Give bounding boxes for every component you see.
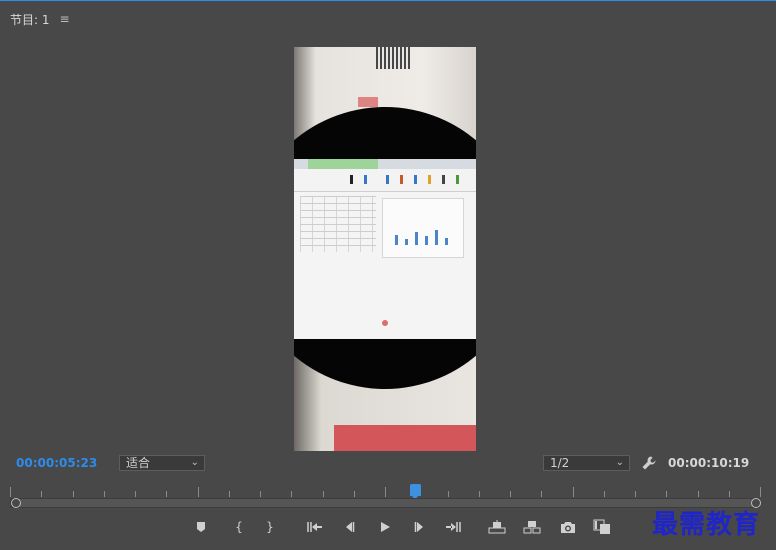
watermark-logo: 最需教育 [652, 510, 761, 540]
spreadsheet-screen-image [294, 159, 476, 339]
play-button[interactable] [376, 518, 394, 536]
lift-icon [488, 520, 506, 534]
spreadsheet-area [294, 192, 476, 339]
ruler-tick [448, 491, 449, 497]
wrench-icon[interactable] [641, 455, 657, 471]
playhead[interactable] [410, 484, 421, 500]
add-marker-button[interactable] [192, 518, 210, 536]
zoom-start-handle[interactable] [11, 498, 21, 508]
go-to-out-button[interactable] [444, 518, 462, 536]
program-monitor-panel: 节目: 1 ≡ 00:00:05:23 适合 ⌄ 1/2 ⌄ 00:00:10:… [0, 0, 776, 550]
ruler-tick [479, 491, 480, 497]
go-to-in-button[interactable] [306, 518, 324, 536]
qr-code-image [376, 47, 410, 69]
red-stamp-image [358, 97, 378, 107]
camera-icon [561, 521, 575, 533]
time-ruler[interactable] [10, 481, 761, 497]
current-timecode[interactable]: 00:00:05:23 [16, 456, 97, 470]
step-forward-icon [414, 522, 423, 532]
chevron-down-icon: ⌄ [615, 457, 624, 468]
ruler-tick [635, 491, 636, 497]
marker-icon [197, 522, 205, 532]
ruler-tick [541, 491, 542, 497]
zoom-scrollbar[interactable] [11, 498, 761, 508]
ruler-tick [510, 491, 511, 497]
ruler-tick [760, 487, 761, 497]
embedded-chart-image [382, 198, 464, 258]
mark-in-icon: { [235, 520, 243, 534]
extract-icon [523, 521, 541, 534]
ruler-tick [666, 491, 667, 497]
ruler-tick [135, 491, 136, 497]
extract-button[interactable] [523, 518, 541, 536]
spreadsheet-grid [300, 196, 376, 252]
ruler-tick [385, 487, 386, 497]
go-to-in-icon [307, 522, 322, 532]
ruler-tick [41, 491, 42, 497]
chevron-down-icon: ⌄ [190, 457, 199, 468]
ruler-tick [729, 491, 730, 497]
mark-out-icon: } [266, 520, 274, 534]
ruler-tick [604, 491, 605, 497]
ruler-tick [573, 487, 574, 497]
play-icon [381, 522, 390, 532]
ruler-tick [698, 491, 699, 497]
video-preview [294, 47, 476, 451]
red-dot [382, 320, 388, 326]
panel-title[interactable]: 节目: 1 [10, 11, 50, 28]
comparison-icon [593, 519, 610, 534]
step-back-button[interactable] [340, 518, 358, 536]
duration-timecode: 00:00:10:19 [668, 456, 750, 470]
mark-out-button[interactable]: } [261, 518, 279, 536]
ribbon-bar [294, 159, 476, 169]
ruler-tick [198, 487, 199, 497]
ruler-tick [104, 491, 105, 497]
red-book-band [334, 425, 476, 451]
lift-button[interactable] [488, 518, 506, 536]
playback-resolution-select[interactable]: 1/2 ⌄ [543, 455, 630, 471]
resolution-value: 1/2 [550, 456, 570, 470]
step-back-icon [346, 522, 355, 532]
chart-toolbar [294, 169, 476, 192]
export-frame-button[interactable] [559, 518, 577, 536]
ruler-tick [323, 491, 324, 497]
ruler-tick [291, 491, 292, 497]
ruler-tick [10, 487, 11, 497]
step-forward-button[interactable] [411, 518, 429, 536]
ruler-tick [229, 491, 230, 497]
ruler-tick [166, 491, 167, 497]
zoom-level-value: 适合 [126, 456, 151, 470]
go-to-out-icon [446, 522, 461, 532]
ruler-tick [354, 491, 355, 497]
comparison-view-button[interactable] [593, 518, 611, 536]
zoom-level-select[interactable]: 适合 ⌄ [119, 455, 205, 471]
panel-header: 节目: 1 ≡ [10, 9, 70, 29]
mark-in-button[interactable]: { [230, 518, 248, 536]
hamburger-icon[interactable]: ≡ [60, 12, 70, 26]
ruler-tick [73, 491, 74, 497]
ruler-tick [260, 491, 261, 497]
